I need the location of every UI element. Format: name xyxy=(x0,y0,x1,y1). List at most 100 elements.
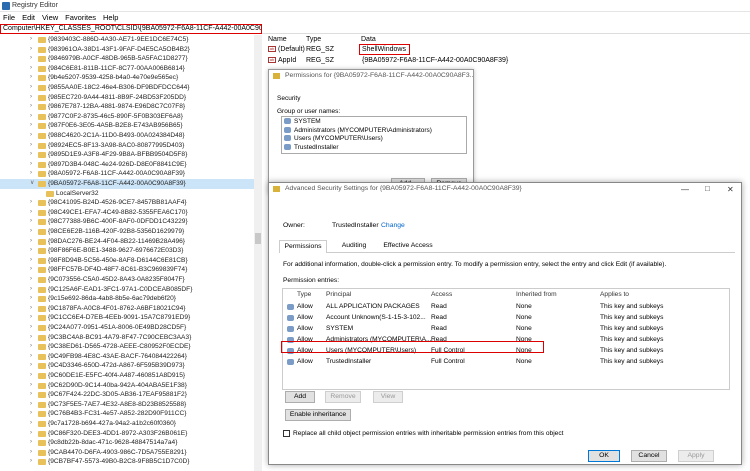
menu-edit[interactable]: Edit xyxy=(22,13,35,22)
tree-item[interactable]: › {9846979B-A0CF-48DB-965B-5A5FAC1D8277} xyxy=(0,54,254,64)
ok-button[interactable]: OK xyxy=(588,450,620,462)
tree-item[interactable]: › {9895D1E9-A3F8-4F29-9B8A-BFBB9504D5F8} xyxy=(0,150,254,160)
tab-permissions[interactable]: Permissions xyxy=(279,240,327,253)
chevron-right-icon[interactable]: › xyxy=(30,429,32,439)
tree-item[interactable]: › {9b4e5207-9539-4258-b4a0-4e70e9e565ec} xyxy=(0,73,254,83)
col-inherited[interactable]: Inherited from xyxy=(516,291,557,298)
tree-item[interactable]: › {9CAB4470-D6FA-4903-986C-7D5A755E8291} xyxy=(0,448,254,458)
chevron-right-icon[interactable]: › xyxy=(30,457,32,467)
chevron-right-icon[interactable]: › xyxy=(30,237,32,247)
tree-item[interactable]: › {98A05972-F6A8-11CF-A442-00A0C90A8F39} xyxy=(0,169,254,179)
replace-checkbox[interactable] xyxy=(283,430,290,437)
tree-item[interactable]: › {983961OA-38D1-43F1-9FAF-D4E5CA5OB4B2} xyxy=(0,45,254,55)
tree-item[interactable]: › {9c7a1728-b694-427a-94a2-a1b2c60f0360} xyxy=(0,419,254,429)
tree-item[interactable]: › {98CE6E2B-116B-420F-92B8-5356D1629979} xyxy=(0,227,254,237)
permission-entry-row[interactable]: Allow ALL APPLICATION PACKAGES Read None Thi… xyxy=(283,302,729,312)
menu-view[interactable]: View xyxy=(42,13,58,22)
chevron-right-icon[interactable]: › xyxy=(30,45,32,55)
tree-item[interactable]: › {98FFC57B-DF4D-48F7-8C61-B3C969839F74} xyxy=(0,265,254,275)
tree-item[interactable]: › {9C49FB98-4E8C-43AE-BACF-764084422264} xyxy=(0,352,254,362)
chevron-right-icon[interactable]: › xyxy=(30,83,32,93)
menu-help[interactable]: Help xyxy=(103,13,118,22)
tree-item[interactable]: › {9CB7BF47-5573-49B0-B2C8-9F8B5C1D7C0D} xyxy=(0,457,254,467)
tree-item[interactable]: › {9C3BC4A8-BC91-4A79-8F47-7C90CEBC3AA3} xyxy=(0,333,254,343)
tree-item[interactable]: › {9C62D90D-9C14-40ba-942A-404ABA5E1F38} xyxy=(0,381,254,391)
chevron-right-icon[interactable]: › xyxy=(30,294,32,304)
chevron-right-icon[interactable]: › xyxy=(30,35,32,45)
chevron-right-icon[interactable]: › xyxy=(30,150,32,160)
tree-item[interactable]: › {9C4D3346-650D-472d-A867-6F595B39D973} xyxy=(0,361,254,371)
tree-item[interactable]: › {9C1CC6E4-D7EB-4EEb-9091-15A7C8791ED9} xyxy=(0,313,254,323)
chevron-right-icon[interactable]: › xyxy=(30,64,32,74)
chevron-right-icon[interactable]: › xyxy=(30,160,32,170)
tree-item[interactable]: › {98DAC276-BE24-4F04-8B22-11469B28A496} xyxy=(0,237,254,247)
tree-item[interactable]: › {9c15e692-86da-4ab8-8b5e-6ac79deb6f20} xyxy=(0,294,254,304)
tree-item[interactable]: › {9C24A077-0951-451A-8006-0E49BD28CD5F} xyxy=(0,323,254,333)
tree-item[interactable]: › {9867E787-12BA-4881-9874-E96D8C7C07F8} xyxy=(0,102,254,112)
apply-button[interactable]: Apply xyxy=(678,450,714,462)
tree-item[interactable]: › {987F0E6-3E05-4A5B-B2E8-E743AB956B65} xyxy=(0,121,254,131)
chevron-right-icon[interactable]: › xyxy=(30,313,32,323)
chevron-down-icon[interactable]: ∨ xyxy=(30,179,34,189)
entry-view-button[interactable]: View xyxy=(373,391,403,403)
chevron-right-icon[interactable]: › xyxy=(30,371,32,381)
chevron-right-icon[interactable]: › xyxy=(30,285,32,295)
chevron-right-icon[interactable]: › xyxy=(30,381,32,391)
tree-item-localserver32[interactable]: LocalServer32 xyxy=(0,189,254,199)
tree-item[interactable]: › {9839403C-886D-4A30-AE71-9EE1DC6E74C5} xyxy=(0,35,254,45)
registry-tree[interactable]: › {9839403C-886D-4A30-AE71-9EE1DC6E74C5} ›… xyxy=(0,35,262,471)
tree-item[interactable]: › {9C76B4B3-FC31-4e57-A852-282D90F911CC} xyxy=(0,409,254,419)
tree-item[interactable]: › {9C67F424-22DC-3D05-AB36-17EAF95881F2} xyxy=(0,390,254,400)
chevron-right-icon[interactable]: › xyxy=(30,169,32,179)
chevron-right-icon[interactable]: › xyxy=(30,438,32,448)
tree-item[interactable]: › {98924EC5-8F13-3A98-8AC0-80877995D403} xyxy=(0,141,254,151)
col-type[interactable]: Type xyxy=(306,36,321,43)
tab-auditing[interactable]: Auditing xyxy=(331,240,377,252)
user-item-users[interactable]: Users (MYCOMPUTER\Users) xyxy=(284,135,383,144)
chevron-right-icon[interactable]: › xyxy=(30,112,32,122)
chevron-right-icon[interactable]: › xyxy=(30,342,32,352)
tree-item[interactable]: › {98F86F6E-B0E1-3488-9627-6976672E03D3} xyxy=(0,246,254,256)
permission-entry-row[interactable]: Allow SYSTEM Read None This key and subkeys xyxy=(283,324,729,334)
permission-entry-row[interactable]: Allow TrustedInstaller Full Control None Thi… xyxy=(283,357,729,367)
tree-item[interactable]: › {98C41095-B24D-4526-9CE7-8457BB81AAF4} xyxy=(0,198,254,208)
tree-item[interactable]: › {9897D3B4-048C-4e24-926D-D8E0F8841C9E} xyxy=(0,160,254,170)
value-row-default[interactable]: ab (Default) REG_SZ ShellWindows xyxy=(268,45,406,55)
chevron-right-icon[interactable]: › xyxy=(30,208,32,218)
tree-scrollbar-thumb[interactable] xyxy=(255,233,261,244)
tree-item-selected[interactable]: ∨ {9BA05972-F6A8-11CF-A442-00A0C90A8F39} xyxy=(0,179,254,189)
chevron-right-icon[interactable]: › xyxy=(30,333,32,343)
change-owner-link[interactable]: Change xyxy=(381,222,405,229)
chevron-right-icon[interactable]: › xyxy=(30,352,32,362)
chevron-right-icon[interactable]: › xyxy=(30,400,32,410)
col-principal[interactable]: Principal xyxy=(326,291,351,298)
chevron-right-icon[interactable]: › xyxy=(30,256,32,266)
chevron-right-icon[interactable]: › xyxy=(30,54,32,64)
tree-item[interactable]: › {98F8D94B-5C56-450e-8AF8-D6144C6E81CB} xyxy=(0,256,254,266)
tree-item[interactable]: › {985EC720-9A44-4811-8B9F-24BD53F205DD} xyxy=(0,93,254,103)
entry-add-button[interactable]: Add xyxy=(285,391,315,403)
chevron-right-icon[interactable]: › xyxy=(30,246,32,256)
chevron-right-icon[interactable]: › xyxy=(30,227,32,237)
close-icon[interactable]: ✕ xyxy=(727,185,734,194)
tree-item[interactable]: › {9C125A6F-EAD1-3FC1-97A1-C0DCEAB085DF} xyxy=(0,285,254,295)
chevron-right-icon[interactable]: › xyxy=(30,448,32,458)
tree-item[interactable]: › {9c8db22b-8dac-471c-9628-48847514a7a4} xyxy=(0,438,254,448)
tree-item[interactable]: › {9C73F5E5-7AE7-4E32-A8E8-8D23B8525588} xyxy=(0,400,254,410)
chevron-right-icon[interactable]: › xyxy=(30,198,32,208)
col-type[interactable]: Type xyxy=(297,291,311,298)
tab-effective-access[interactable]: Effective Access xyxy=(379,240,437,252)
tree-item[interactable]: › {9C86F320-DEE3-4DD1-8972-A303F26B061E} xyxy=(0,429,254,439)
user-item-trustedinstaller[interactable]: TrustedInstaller xyxy=(284,144,339,153)
tree-item[interactable]: › {9C073556-C5A0-45D2-8A43-0A8235F8047F} xyxy=(0,275,254,285)
value-row-appid[interactable]: ab AppId REG_SZ {9BA05972-F6A8-11CF-A442-… xyxy=(268,56,508,66)
chevron-right-icon[interactable]: › xyxy=(30,73,32,83)
maximize-icon[interactable]: □ xyxy=(705,184,710,193)
tree-item[interactable]: › {98C49CE1-EFA7-4C49-8B82-5355FEA6C170} xyxy=(0,208,254,218)
tree-item[interactable]: › {9C38ED61-D565-4728-AEEE-C80952F0ECDE} xyxy=(0,342,254,352)
tree-scrollbar[interactable] xyxy=(254,35,262,471)
chevron-right-icon[interactable]: › xyxy=(30,121,32,131)
tree-item[interactable]: › {9877C0F2-8735-46c5-890F-5F0B303EF6A8} xyxy=(0,112,254,122)
menu-favorites[interactable]: Favorites xyxy=(65,13,96,22)
chevron-right-icon[interactable]: › xyxy=(30,323,32,333)
